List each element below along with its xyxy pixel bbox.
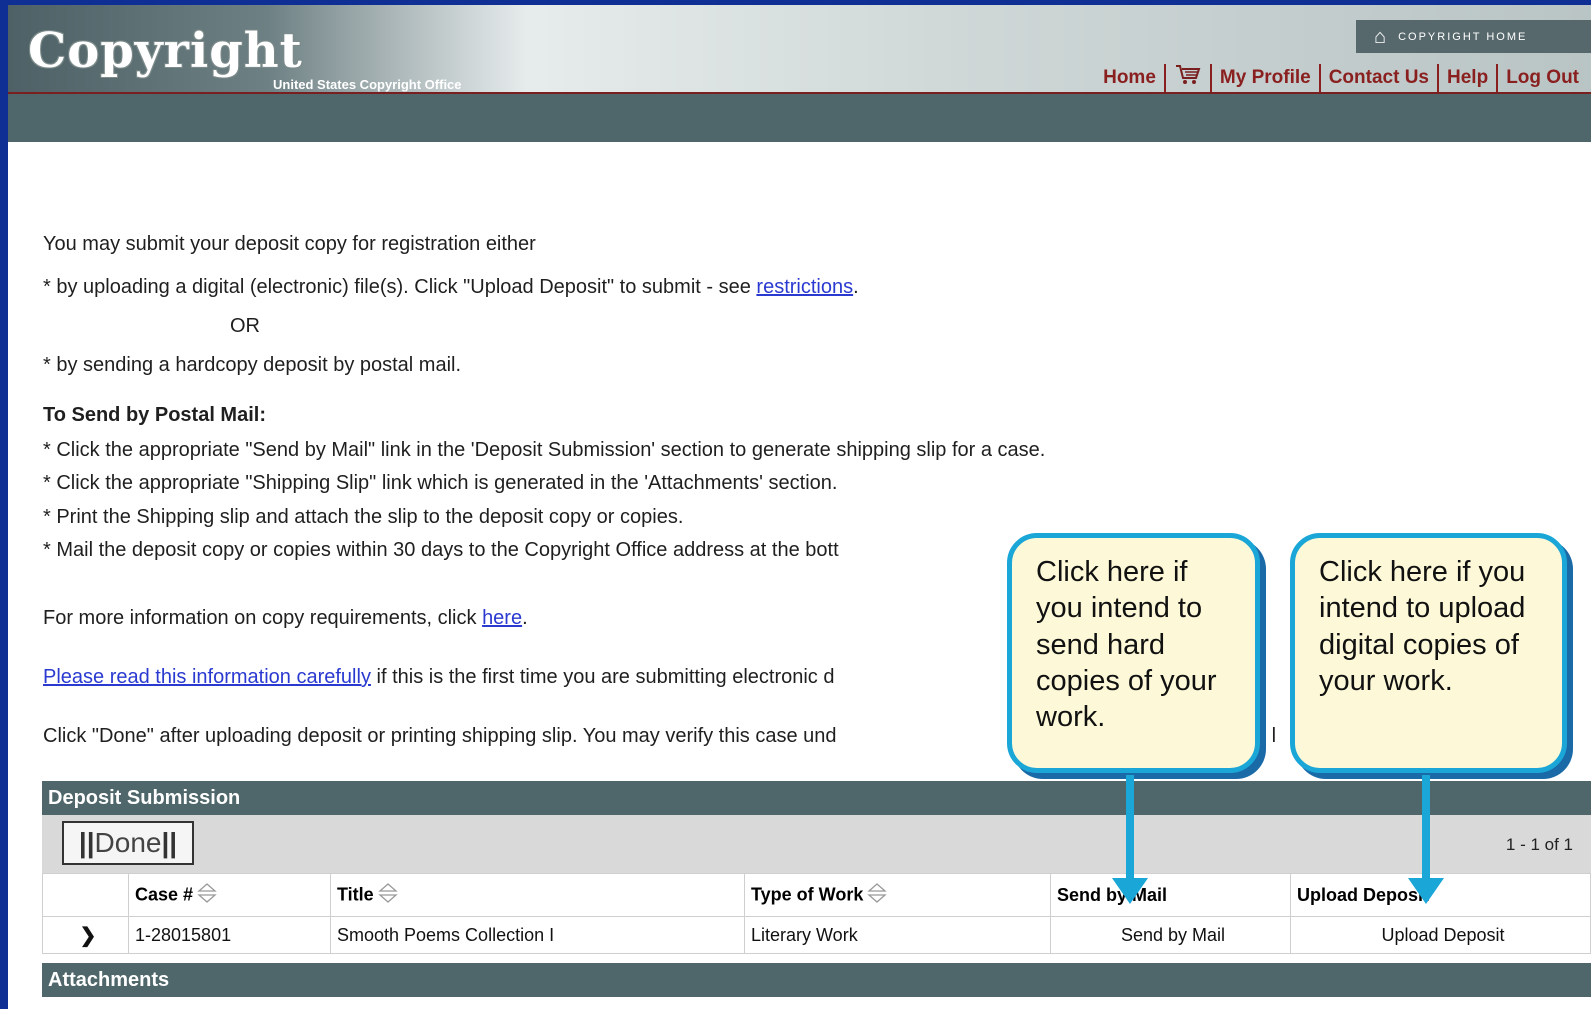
browser-page: Copyright United States Copyright Office… (8, 5, 1591, 1009)
table-header-row: Case # Title Type of Work Send by Mail U… (42, 873, 1591, 917)
sort-icon[interactable] (867, 882, 888, 909)
intro-line-1: You may submit your deposit copy for reg… (43, 233, 536, 255)
mail-callout: Click here if you intend to send hard co… (1007, 533, 1260, 773)
more-info-suffix: . (522, 607, 528, 629)
here-link[interactable]: here (482, 607, 522, 629)
nav-contact-us[interactable]: Contact Us (1329, 67, 1429, 89)
nav-divider (1209, 64, 1212, 92)
sort-icon[interactable] (377, 882, 398, 909)
row-arrow-icon[interactable]: ❯ (42, 916, 129, 954)
column-case-label: Case # (135, 883, 194, 904)
intro-line-3: * by sending a hardcopy deposit by posta… (43, 354, 462, 376)
top-navigation: Home My Profile Contact Us Help Log Out (1103, 63, 1579, 93)
nav-divider (1496, 64, 1499, 92)
nav-divider (1437, 64, 1439, 92)
postal-step: * Click the appropriate "Shipping Slip" … (43, 472, 838, 494)
nav-home[interactable]: Home (1103, 67, 1156, 89)
type-of-work: Literary Work (744, 916, 1051, 954)
postal-heading: To Send by Postal Mail: (43, 404, 266, 426)
restrictions-link[interactable]: restrictions (756, 276, 853, 298)
cart-icon[interactable] (1174, 63, 1202, 93)
grid-toolbar: || Done || 1 - 1 of 1 (42, 815, 1591, 873)
read-information-link[interactable]: Please read this information carefully (43, 666, 371, 688)
table-row[interactable]: ❯ 1-28015801 Smooth Poems Collection I L… (42, 916, 1591, 954)
copyright-home-label: COPYRIGHT HOME (1398, 30, 1528, 43)
paging-info: 1 - 1 of 1 (1505, 835, 1573, 854)
site-header: Copyright United States Copyright Office… (8, 5, 1591, 94)
copyright-home-link[interactable]: ⌂ COPYRIGHT HOME (1356, 20, 1591, 53)
column-send-by-mail: Send by Mail (1050, 873, 1291, 917)
nav-log-out[interactable]: Log Out (1506, 67, 1579, 89)
case-number: 1-28015801 (128, 916, 331, 954)
postal-step: * Print the Shipping slip and attach the… (43, 506, 684, 528)
nav-divider (1318, 64, 1321, 92)
postal-step: * Mail the deposit copy or copies within… (43, 539, 839, 561)
read-info-line: Please read this information carefully i… (43, 667, 834, 687)
mail-callout-arrow (1126, 775, 1134, 880)
deposit-table: Case # Title Type of Work Send by Mail U… (42, 873, 1591, 954)
done-label: Done (94, 827, 162, 858)
column-case[interactable]: Case # (128, 873, 331, 917)
attachments-title: Attachments (42, 963, 1591, 997)
done-info-line: Click "Done" after uploading deposit or … (43, 725, 837, 747)
column-type-label: Type of Work (751, 883, 864, 904)
done-button[interactable]: || Done || (62, 821, 194, 865)
sort-icon[interactable] (197, 882, 217, 909)
intro-line-2-text: * by uploading a digital (electronic) fi… (43, 276, 757, 298)
header-band (8, 94, 1591, 142)
more-info-text: For more information on copy requirement… (43, 607, 483, 629)
more-info-line: For more information on copy requirement… (43, 608, 528, 628)
column-type[interactable]: Type of Work (744, 873, 1051, 917)
nav-divider (1163, 64, 1166, 92)
mail-arrow-head (1112, 878, 1148, 904)
read-info-text: if this is the first time you are submit… (370, 666, 835, 688)
nav-help[interactable]: Help (1447, 67, 1488, 89)
copyright-logo[interactable]: Copyright (28, 23, 303, 79)
upload-deposit-link[interactable]: Upload Deposit (1290, 916, 1591, 954)
deposit-submission-panel: Deposit Submission || Done || 1 - 1 of 1 C… (42, 781, 1591, 954)
nav-my-profile[interactable]: My Profile (1220, 67, 1311, 89)
upload-callout-arrow (1422, 775, 1430, 880)
deposit-submission-title: Deposit Submission (42, 781, 1591, 815)
work-title: Smooth Poems Collection I (330, 916, 745, 954)
logo-subtitle: United States Copyright Office (273, 77, 462, 92)
column-title[interactable]: Title (330, 873, 745, 917)
send-by-mail-link[interactable]: Send by Mail (1050, 916, 1291, 954)
intro-line-2-suffix: . (853, 276, 859, 298)
column-title-label: Title (337, 883, 374, 904)
column-select (42, 873, 129, 917)
intro-line-2: * by uploading a digital (electronic) fi… (43, 277, 859, 297)
or-text: OR (230, 315, 260, 337)
upload-callout: Click here if you intend to upload digit… (1290, 533, 1567, 773)
house-icon: ⌂ (1374, 25, 1389, 48)
postal-step: * Click the appropriate "Send by Mail" l… (43, 439, 1046, 461)
upload-arrow-head (1408, 878, 1444, 904)
